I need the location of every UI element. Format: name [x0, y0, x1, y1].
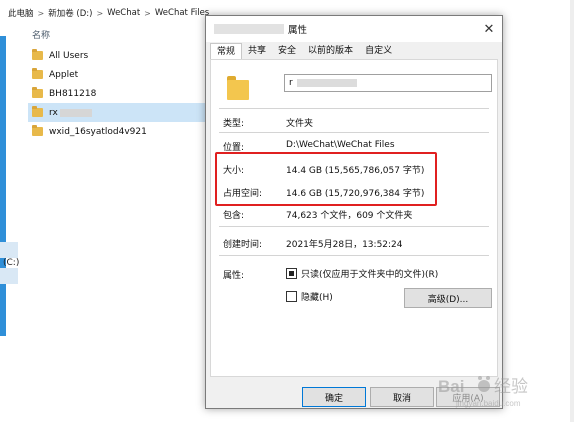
redacted-name — [297, 79, 357, 87]
divider — [219, 108, 489, 109]
file-name: Applet — [49, 69, 79, 80]
svg-text:jingyan.baidu.com: jingyan.baidu.com — [455, 399, 521, 408]
breadcrumb: 此电脑 > 新加卷 (D:) > WeChat > WeChat Files — [8, 6, 209, 20]
file-list: All Users Applet BH811218 rx wxid_16syat… — [28, 46, 208, 141]
divider — [219, 255, 489, 256]
readonly-checkbox[interactable]: 只读(仅应用于文件夹中的文件)(R) — [286, 267, 438, 280]
type-value: 文件夹 — [286, 119, 314, 129]
readonly-label: 只读(仅应用于文件夹中的文件)(R) — [301, 270, 439, 280]
breadcrumb-separator: > — [144, 8, 151, 18]
dialog-tabs: 常规 共享 安全 以前的版本 自定义 — [210, 43, 398, 60]
general-tab-panel: r 类型: 文件夹 位置: D:\WeChat\WeChat Files 大小:… — [210, 59, 498, 377]
red-highlight-box — [215, 152, 437, 206]
created-value: 2021年5月28日，13:52:24 — [286, 240, 403, 250]
location-value: D:\WeChat\WeChat Files — [286, 140, 395, 150]
created-label: 创建时间: — [223, 240, 263, 250]
contains-value: 74,623 个文件，609 个文件夹 — [286, 211, 413, 221]
nav-drive-label[interactable]: (C:) — [3, 258, 19, 268]
nav-pane-scrollbar[interactable] — [0, 36, 6, 336]
tab-security[interactable]: 安全 — [272, 43, 302, 59]
folder-icon — [32, 68, 43, 79]
folder-icon — [32, 125, 43, 136]
file-row-applet[interactable]: Applet — [28, 65, 208, 84]
nav-pane-item[interactable] — [0, 242, 18, 258]
dialog-titlebar[interactable]: 属性 ✕ — [206, 16, 502, 42]
breadcrumb-separator: > — [96, 8, 104, 18]
tab-previous-versions[interactable]: 以前的版本 — [302, 43, 359, 59]
svg-text:Bai: Bai — [438, 377, 464, 396]
breadcrumb-item-drive-d[interactable]: 新加卷 (D:) — [48, 7, 92, 19]
breadcrumb-item-wechat[interactable]: WeChat — [107, 8, 140, 18]
dialog-title: 属性 — [288, 25, 308, 36]
folder-icon — [32, 49, 43, 60]
divider — [219, 132, 489, 133]
file-row-all-users[interactable]: All Users — [28, 46, 208, 65]
close-icon[interactable]: ✕ — [480, 20, 498, 38]
baidu-logo-icon: Bai 经验 jingyan.baidu.com — [438, 376, 528, 408]
file-name: BH811218 — [49, 88, 97, 99]
file-name: All Users — [49, 50, 89, 61]
folder-icon — [32, 87, 43, 98]
hidden-label: 隐藏(H) — [301, 293, 333, 303]
tab-sharing[interactable]: 共享 — [242, 43, 272, 59]
cancel-button[interactable]: 取消 — [370, 387, 434, 407]
redacted-title — [214, 24, 284, 34]
window-scrollbar[interactable] — [570, 0, 574, 422]
file-name: rx — [49, 107, 58, 118]
column-header-name[interactable]: 名称 — [32, 28, 50, 41]
checkbox-icon[interactable] — [286, 291, 297, 302]
svg-text:经验: 经验 — [494, 377, 528, 396]
breadcrumb-separator: > — [37, 8, 45, 18]
ok-button[interactable]: 确定 — [302, 387, 366, 407]
nav-pane-item[interactable] — [0, 268, 18, 284]
checkbox-indeterminate-icon[interactable] — [286, 268, 297, 279]
folder-name-input[interactable]: r — [284, 74, 492, 92]
file-row-bh811218[interactable]: BH811218 — [28, 84, 208, 103]
file-name: wxid_16syatlod4v921 — [49, 126, 147, 137]
folder-name-value: r — [289, 78, 293, 88]
redacted-name — [59, 108, 92, 117]
baidu-jingyan-watermark: Bai 经验 jingyan.baidu.com — [436, 372, 546, 412]
divider — [219, 226, 489, 227]
folder-icon — [227, 74, 249, 100]
attributes-label: 属性: — [223, 271, 245, 281]
properties-dialog: 属性 ✕ 常规 共享 安全 以前的版本 自定义 r 类型: 文件夹 位置: D:… — [205, 15, 503, 409]
breadcrumb-item-this-pc[interactable]: 此电脑 — [8, 7, 34, 19]
file-row-wxid[interactable]: wxid_16syatlod4v921 — [28, 122, 208, 141]
breadcrumb-item-wechat-files[interactable]: WeChat Files — [155, 8, 209, 18]
tab-general[interactable]: 常规 — [210, 43, 243, 60]
contains-label: 包含: — [223, 211, 245, 221]
advanced-button[interactable]: 高级(D)... — [404, 288, 492, 308]
type-label: 类型: — [223, 119, 245, 129]
hidden-checkbox[interactable]: 隐藏(H) — [286, 290, 333, 303]
tab-customize[interactable]: 自定义 — [359, 43, 398, 59]
folder-icon — [32, 106, 43, 117]
file-row-rx[interactable]: rx — [28, 103, 208, 122]
